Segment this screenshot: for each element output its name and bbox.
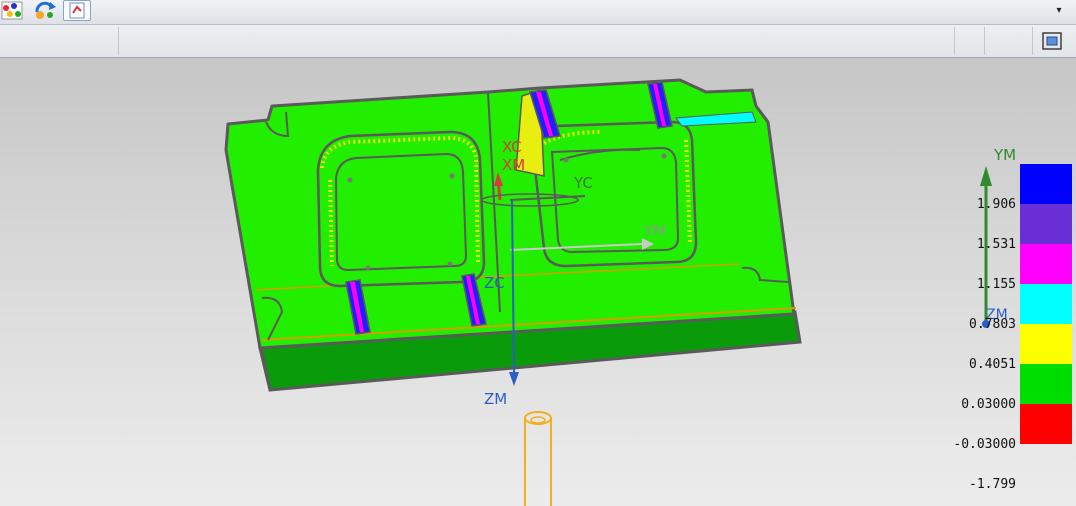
legend-axis-label-ym: YM: [994, 146, 1017, 164]
ejector-hole: [365, 265, 371, 271]
model-scene[interactable]: XC XM YC YM ZC ZM: [0, 0, 1076, 506]
tool-inner-ring: [530, 416, 546, 424]
zm-axis-arrow: [509, 372, 519, 386]
legend-value: 0.7803: [969, 317, 1016, 332]
legend-swatch: [1020, 404, 1072, 444]
triad-label-zc: ZC: [484, 274, 505, 292]
ejector-hole: [447, 261, 453, 267]
ejector-hole: [449, 173, 455, 179]
legend-value: 1.155: [976, 277, 1016, 292]
legend-swatch: [1020, 204, 1072, 244]
tool-tip: [524, 411, 552, 425]
legend-ym-axis-arrow: [980, 166, 992, 186]
legend-swatch: [1020, 164, 1072, 204]
legend-swatch: [1020, 364, 1072, 404]
left-pocket-floor: [334, 152, 468, 272]
ejector-hole: [563, 157, 569, 163]
legend-value: -1.799: [969, 477, 1016, 492]
legend-swatch: [1020, 244, 1072, 284]
triad-label-xm: XM: [502, 156, 525, 174]
triad-label-ym: YM: [643, 222, 666, 240]
triad-label-zm: ZM: [484, 390, 507, 408]
triad-label-xc: XC: [502, 138, 522, 156]
legend-swatch: [1020, 284, 1072, 324]
legend-value: 0.4051: [969, 357, 1016, 372]
legend-value: 1.906: [976, 197, 1016, 212]
legend-value: -0.03000: [953, 437, 1016, 452]
legend-value: 1.531: [976, 237, 1016, 252]
ejector-hole: [661, 153, 667, 159]
ejector-hole: [347, 177, 353, 183]
triad-label-yc: YC: [573, 174, 593, 192]
legend-value: 0.03000: [961, 397, 1016, 412]
legend-swatch: [1020, 324, 1072, 364]
